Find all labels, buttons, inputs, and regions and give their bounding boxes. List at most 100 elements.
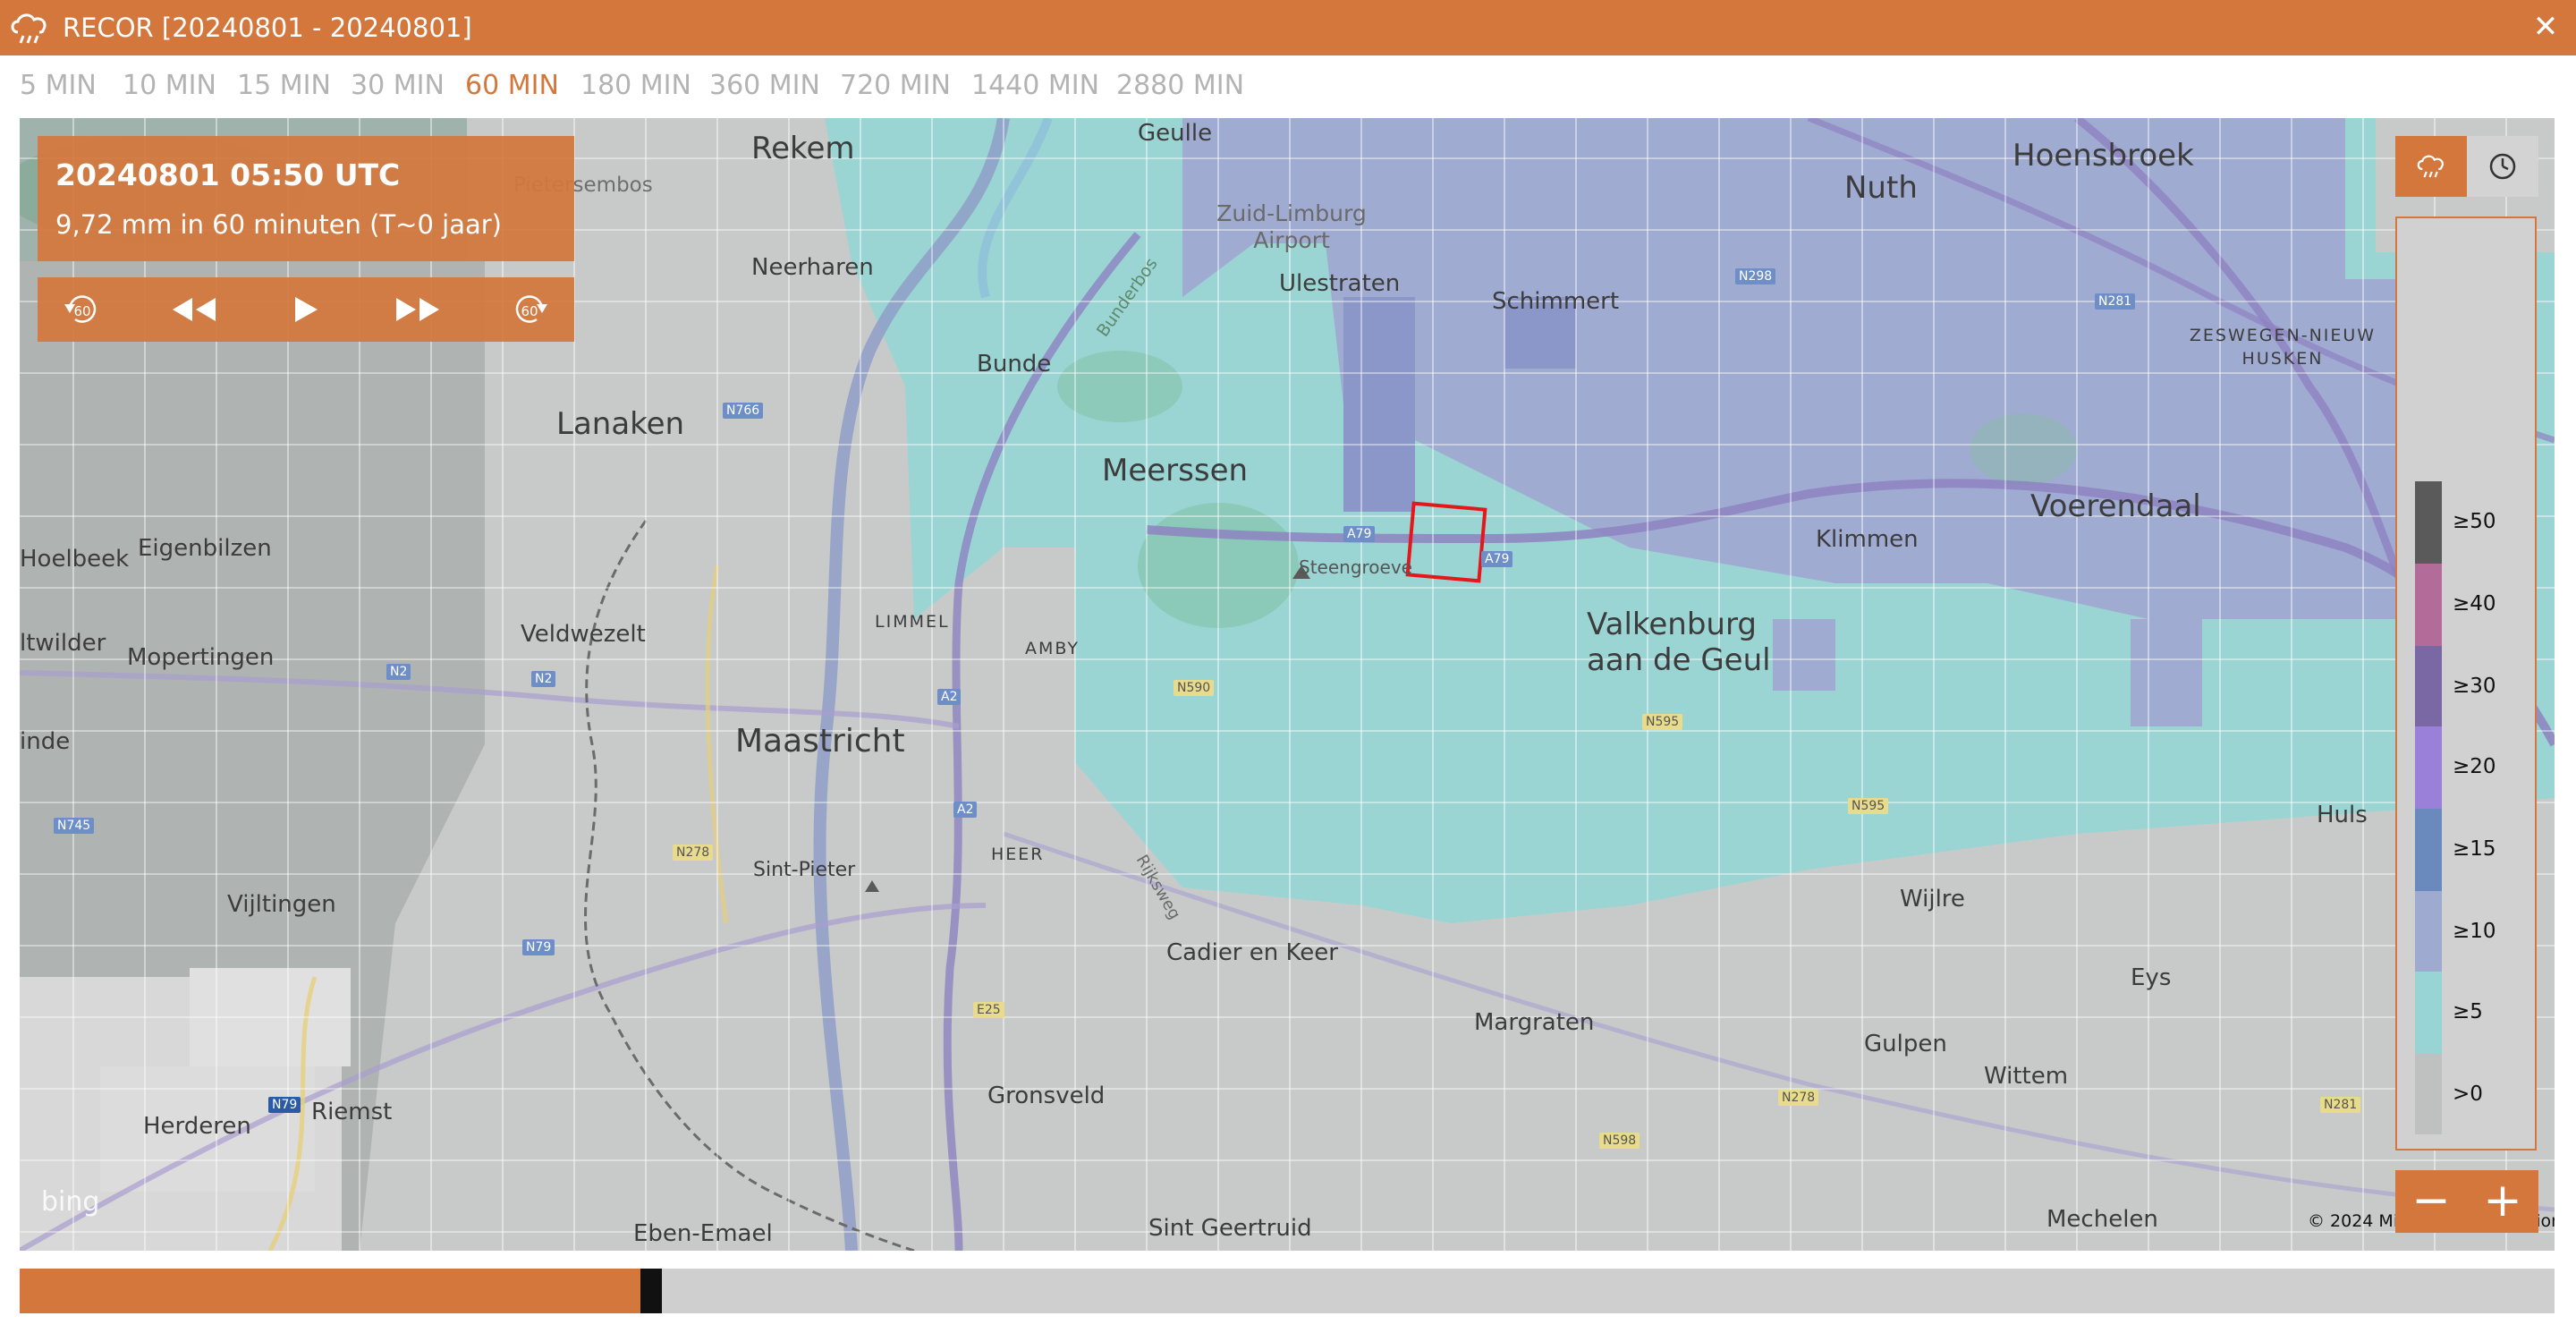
map-label-eigenbilzen: Eigenbilzen xyxy=(138,535,272,562)
map-label-huls: Huls xyxy=(2317,802,2368,828)
legend-label: ≥15 xyxy=(2453,837,2496,861)
forward-60-icon: 60 xyxy=(515,295,547,323)
map-label-geulle: Geulle xyxy=(1138,120,1213,147)
map-label-margraten: Margraten xyxy=(1474,1009,1595,1036)
legend-swatch xyxy=(2415,972,2442,1054)
bing-logo: bing xyxy=(41,1186,100,1218)
rewind-60-icon: 60 xyxy=(64,295,97,323)
step-forward-button[interactable] xyxy=(373,277,462,342)
map-label-zeswegen: ZESWEGEN-NIEUW HUSKEN xyxy=(2189,326,2377,369)
road-badge: N278 xyxy=(1778,1090,1819,1106)
map-label-riemst: Riemst xyxy=(311,1099,393,1125)
map-label-eys: Eys xyxy=(2131,964,2172,991)
road-badge: N281 xyxy=(2320,1097,2361,1113)
tab-10-min[interactable]: 10 MIN xyxy=(123,70,216,101)
legend-label: >0 xyxy=(2453,1083,2483,1106)
rain-cloud-icon xyxy=(2417,155,2444,178)
back-60-button[interactable]: 60 xyxy=(38,277,127,342)
legend-swatch xyxy=(2415,564,2442,646)
road-badge: N595 xyxy=(1642,714,1683,730)
map-label-veldwezelt: Veldwezelt xyxy=(521,621,646,648)
road-badge: E25 xyxy=(973,1002,1004,1018)
timeline-slider[interactable] xyxy=(20,1269,2555,1313)
map-label-voerendaal: Voerendaal xyxy=(2030,488,2201,524)
legend-swatch xyxy=(2415,809,2442,891)
window-title: RECOR [20240801 - 20240801] xyxy=(63,13,472,43)
road-badge: N590 xyxy=(1174,680,1215,696)
map-label-gulpen: Gulpen xyxy=(1864,1031,1947,1057)
tab-360-min[interactable]: 360 MIN xyxy=(709,70,820,101)
playback-controls: 60 60 xyxy=(38,277,574,342)
legend-label: ≥50 xyxy=(2453,510,2496,533)
legend-label: ≥5 xyxy=(2453,1000,2483,1023)
timeline-handle[interactable] xyxy=(640,1269,662,1313)
clock-layer-button[interactable] xyxy=(2467,136,2538,197)
timestamp-label: 20240801 05:50 UTC xyxy=(55,157,401,192)
rain-cloud-icon xyxy=(11,13,47,44)
map-label-vijltingen: Vijltingen xyxy=(227,891,336,918)
map-label-nuth: Nuth xyxy=(1844,170,1918,206)
road-badge: N79 xyxy=(522,939,555,955)
road-badge: N766 xyxy=(723,403,764,419)
info-panel: 20240801 05:50 UTC 9,72 mm in 60 minuten… xyxy=(38,136,574,261)
road-badge: N598 xyxy=(1599,1133,1640,1149)
map-label-ulestraten: Ulestraten xyxy=(1279,270,1401,297)
legend-label: ≥20 xyxy=(2453,755,2496,778)
map-label-sint-pieter: Sint-Pieter xyxy=(753,859,856,881)
legend-swatch xyxy=(2415,646,2442,726)
tab-180-min[interactable]: 180 MIN xyxy=(580,70,691,101)
rainfall-amount-label: 9,72 mm in 60 minuten (T~0 jaar) xyxy=(55,209,502,240)
map-label-lanaken: Lanaken xyxy=(556,406,685,442)
play-icon xyxy=(295,297,318,322)
tab-2880-min[interactable]: 2880 MIN xyxy=(1116,70,1244,101)
map-label-airport: Zuid-Limburg Airport xyxy=(1216,200,1367,253)
map-label-rekem: Rekem xyxy=(751,131,855,166)
legend-swatch xyxy=(2415,481,2442,564)
legend-label: ≥10 xyxy=(2453,920,2496,943)
timeline-progress xyxy=(20,1269,640,1313)
play-button[interactable] xyxy=(261,277,351,342)
map-label-gronsveld: Gronsveld xyxy=(987,1083,1106,1109)
forward-60-button[interactable]: 60 xyxy=(485,277,574,342)
zoom-out-button[interactable]: − xyxy=(2395,1170,2467,1233)
legend-label: ≥40 xyxy=(2453,592,2496,616)
map-label-maastricht: Maastricht xyxy=(735,723,905,760)
road-badge: A2 xyxy=(937,689,962,705)
map-label-inde: inde xyxy=(20,728,71,755)
map-label-bunde: Bunde xyxy=(977,351,1052,378)
tab-720-min[interactable]: 720 MIN xyxy=(840,70,951,101)
rain-layer-button[interactable] xyxy=(2395,136,2467,197)
map-label-steengroeve: Steengroeve xyxy=(1299,556,1412,578)
tab-30-min[interactable]: 30 MIN xyxy=(351,70,445,101)
road-badge: N2 xyxy=(531,671,556,687)
road-badge: N745 xyxy=(54,818,95,834)
legend-swatch xyxy=(2415,1054,2442,1134)
step-back-button[interactable] xyxy=(149,277,239,342)
map-label-hoelbeek: Hoelbeek xyxy=(20,546,130,573)
map-label-mopertingen: Mopertingen xyxy=(127,644,275,671)
legend-label: ≥30 xyxy=(2453,675,2496,698)
svg-text:60: 60 xyxy=(73,303,90,319)
map-label-altwilder: ltwilder xyxy=(20,630,106,657)
close-button[interactable]: ✕ xyxy=(2528,7,2563,47)
map-label-wittem: Wittem xyxy=(1984,1063,2069,1090)
map-label-amby: AMBY xyxy=(1025,639,1080,658)
road-badge: A2 xyxy=(953,802,978,818)
map-label-hoensbroek: Hoensbroek xyxy=(2012,138,2194,174)
tab-60-min[interactable]: 60 MIN xyxy=(465,70,559,101)
zoom-in-button[interactable]: + xyxy=(2467,1170,2538,1233)
map-label-herderen: Herderen xyxy=(143,1113,251,1140)
tab-15-min[interactable]: 15 MIN xyxy=(237,70,331,101)
zoom-controls: − + xyxy=(2395,1170,2538,1233)
layer-toggle xyxy=(2395,136,2538,197)
road-badge: N79 xyxy=(268,1097,301,1113)
map-label-klimmen: Klimmen xyxy=(1816,526,1919,553)
legend-swatch xyxy=(2415,726,2442,809)
road-badge: A79 xyxy=(1343,526,1376,542)
tab-5-min[interactable]: 5 MIN xyxy=(20,70,97,101)
road-badge: N298 xyxy=(1735,268,1776,284)
map-label-eben-emael: Eben-Emael xyxy=(633,1220,773,1247)
road-badge: N278 xyxy=(673,845,714,861)
fast-forward-icon xyxy=(396,298,439,321)
tab-1440-min[interactable]: 1440 MIN xyxy=(971,70,1099,101)
